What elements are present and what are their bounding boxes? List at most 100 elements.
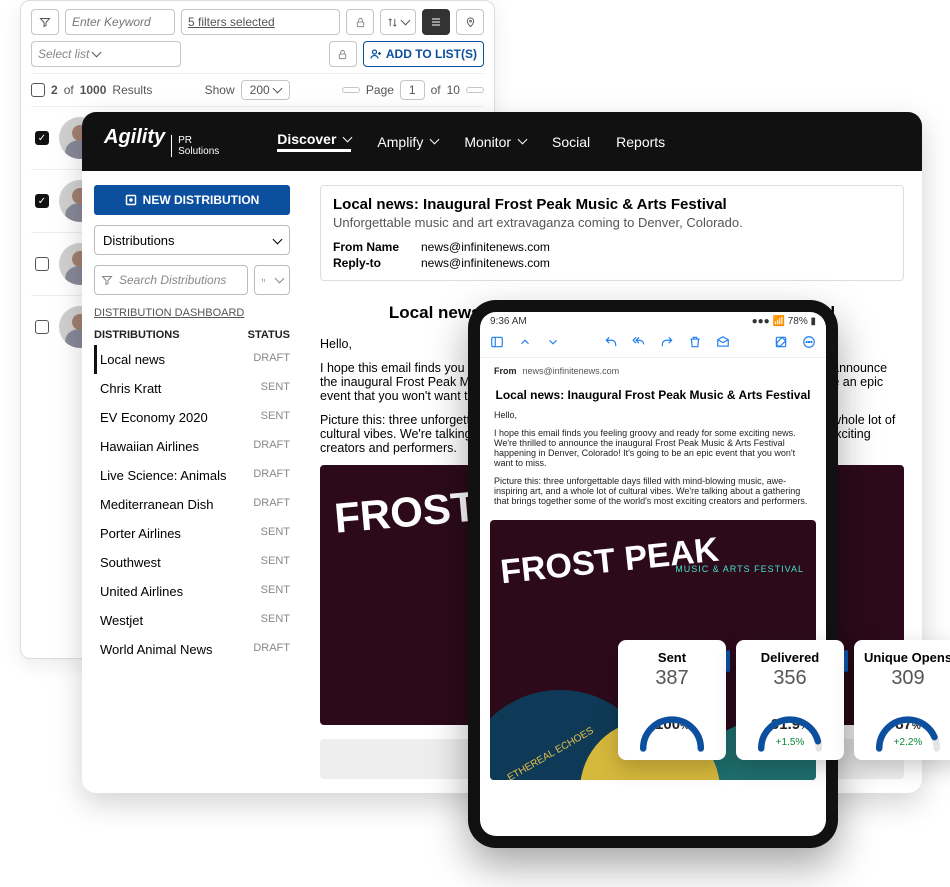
add-to-list-button[interactable]: ADD TO LIST(S) [363,41,484,67]
col-distributions: DISTRIBUTIONS [94,329,180,341]
distribution-status: SENT [261,555,290,570]
distribution-row[interactable]: Porter Airlines SENT [94,519,290,548]
select-all-checkbox[interactable] [31,83,45,97]
distribution-dashboard-link[interactable]: DISTRIBUTION DASHBOARD [94,307,290,319]
distribution-name: Local news [100,352,165,367]
distribution-status: DRAFT [253,642,290,657]
distributions-select[interactable]: Distributions [94,225,290,255]
distribution-status: SENT [261,410,290,425]
row-checkbox[interactable] [35,257,49,271]
filters-selected[interactable]: 5 filters selected [181,9,340,35]
status-bar: 9:36 AM ●●● 📶 78% ▮ [480,312,826,331]
distribution-name: United Airlines [100,584,183,599]
results-total: 1000 [80,83,107,97]
mail-greeting: Hello, [494,410,812,420]
distribution-row[interactable]: United Airlines SENT [94,577,290,606]
distributions-sidebar: NEW DISTRIBUTION Distributions Search Di… [82,171,302,793]
distribution-row[interactable]: Local news DRAFT [94,345,290,374]
metric-value: 356 [744,667,836,690]
from-value: news@infinitenews.com [421,240,550,254]
email-subtitle: Unforgettable music and art extravaganza… [333,215,891,230]
metric-card-sent: Sent 387 100% [618,640,726,760]
results-count: 2 [51,83,58,97]
gauge [636,698,708,738]
page-input[interactable]: 1 [400,80,425,100]
distribution-name: Hawaiian Airlines [100,439,199,454]
gauge [754,698,826,738]
distribution-status: SENT [261,584,290,599]
email-title: Local news: Inaugural Frost Peak Music &… [333,196,891,213]
mail-toolbar [480,331,826,358]
page-size-select[interactable]: 200 [241,80,290,100]
distribution-name: World Animal News [100,642,212,657]
row-checkbox[interactable]: ✓ [35,194,49,208]
distribution-row[interactable]: Southwest SENT [94,548,290,577]
new-distribution-button[interactable]: NEW DISTRIBUTION [94,185,290,215]
distribution-name: Porter Airlines [100,526,181,541]
nav-discover[interactable]: Discover [277,131,351,152]
sidebar-icon[interactable] [490,335,504,349]
map-pin-button[interactable] [456,9,484,35]
distribution-status: SENT [261,526,290,541]
distribution-status: DRAFT [253,352,290,367]
down-icon[interactable] [546,335,560,349]
accent-bar [844,650,848,672]
nav-social[interactable]: Social [552,134,590,150]
forward-icon[interactable] [660,335,674,349]
distribution-row[interactable]: Hawaiian AirlinesDRAFT [94,432,290,461]
page-total: 10 [447,83,460,97]
distribution-status: DRAFT [253,468,290,483]
filter-icon[interactable] [31,9,59,35]
distribution-row[interactable]: EV Economy 2020 SENT [94,403,290,432]
sort-button[interactable] [380,9,416,35]
page-of: of [431,83,441,97]
nav-amplify[interactable]: Amplify [377,134,438,150]
reply-value: news@infinitenews.com [421,256,550,270]
archive-icon[interactable] [716,335,730,349]
distribution-name: Southwest [100,555,161,570]
gauge [872,698,944,738]
up-icon[interactable] [518,335,532,349]
poster-title: FROST PEAK [499,535,720,588]
metric-value: 309 [862,667,950,690]
show-label: Show [205,83,235,97]
sort-distributions-button[interactable] [254,265,290,295]
page-label: Page [366,83,394,97]
email-header-box: Local news: Inaugural Frost Peak Music &… [320,185,904,281]
compose-icon[interactable] [774,335,788,349]
distribution-row[interactable]: WestjetSENT [94,606,290,635]
distribution-name: Westjet [100,613,143,628]
mail-title: Local news: Inaugural Frost Peak Music &… [480,380,826,410]
distribution-name: EV Economy 2020 [100,410,208,425]
distribution-row[interactable]: World Animal News DRAFT [94,635,290,664]
reply-all-icon[interactable] [632,335,646,349]
mail-p2: Picture this: three unforgettable days f… [494,476,812,506]
distribution-row[interactable]: Mediterranean Dish DRAFT [94,490,290,519]
next-page-button[interactable] [466,87,484,93]
list-view-button[interactable] [422,9,450,35]
mail-p1: I hope this email finds you feeling groo… [494,428,812,468]
select-list-dropdown[interactable]: Select list [31,41,181,67]
lock-icon [346,9,374,35]
metric-cards: Sent 387 100% Delivered 356 91.9% +1.5% … [618,640,950,760]
row-checkbox[interactable]: ✓ [35,131,49,145]
reply-icon[interactable] [604,335,618,349]
trash-icon[interactable] [688,335,702,349]
keyword-input[interactable] [72,15,168,29]
more-icon[interactable] [802,335,816,349]
distribution-status: SENT [261,381,290,396]
col-status: STATUS [248,329,290,341]
nav-reports[interactable]: Reports [616,134,665,150]
distribution-row[interactable]: Chris KrattSENT [94,374,290,403]
metric-value: 387 [626,667,718,690]
nav-monitor[interactable]: Monitor [464,134,526,150]
distribution-name: Live Science: Animals [100,468,226,483]
distribution-row[interactable]: Live Science: Animals DRAFT [94,461,290,490]
metric-label: Unique Opens [862,650,950,665]
distribution-name: Mediterranean Dish [100,497,213,512]
distribution-status: DRAFT [253,497,290,512]
row-checkbox[interactable] [35,320,49,334]
prev-page-button[interactable] [342,87,360,93]
from-label: From Name [333,240,403,254]
search-distributions-input[interactable]: Search Distributions [94,265,248,295]
